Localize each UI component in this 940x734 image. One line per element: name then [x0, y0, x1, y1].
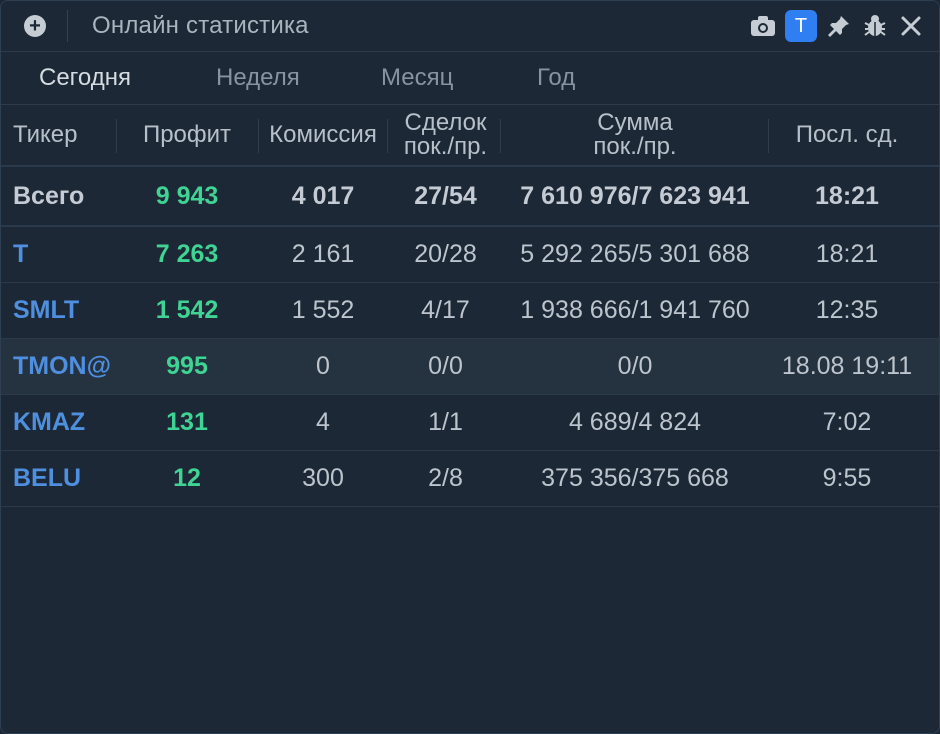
- table-row[interactable]: T 7 263 2 161 20/28 5 292 265/5 301 688 …: [1, 227, 939, 283]
- row-last-deal: 7:02: [822, 408, 872, 436]
- row-deals: 1/1: [428, 408, 463, 436]
- total-sum: 7 610 976/7 623 941: [520, 181, 750, 210]
- tab-today[interactable]: Сегодня: [39, 64, 131, 92]
- row-ticker[interactable]: TMON@: [13, 339, 111, 394]
- row-sum: 375 356/375 668: [541, 464, 729, 492]
- bug-icon[interactable]: [857, 8, 893, 44]
- header-deals-line1: Сделок: [404, 109, 487, 136]
- row-sum: 4 689/4 824: [568, 408, 702, 436]
- add-icon[interactable]: +: [24, 15, 46, 37]
- row-sum: 5 292 265/5 301 688: [520, 240, 750, 268]
- row-deals: 0/0: [428, 352, 463, 380]
- ticker-mode-badge[interactable]: T: [785, 10, 817, 42]
- row-commission: 2 161: [291, 240, 355, 268]
- row-commission: 300: [302, 464, 344, 492]
- row-sum: 0/0: [617, 352, 653, 380]
- period-tabs: Сегодня Неделя Месяц Год: [1, 52, 939, 105]
- row-last-deal: 18.08 19:11: [781, 352, 913, 380]
- row-deals: 4/17: [421, 296, 470, 324]
- row-profit: 131: [166, 408, 208, 436]
- total-deals: 27/54: [414, 181, 477, 210]
- row-last-deal: 12:35: [815, 296, 879, 324]
- row-ticker[interactable]: T: [13, 227, 28, 282]
- total-profit: 9 943: [155, 181, 219, 210]
- total-last-deal: 18:21: [815, 181, 879, 210]
- row-profit: 7 263: [155, 240, 219, 268]
- row-commission: 4: [316, 408, 330, 436]
- tab-month[interactable]: Месяц: [381, 64, 453, 92]
- close-icon[interactable]: [893, 8, 929, 44]
- table-row[interactable]: TMON@ 995 0 0/0 0/0 18.08 19:11: [1, 339, 939, 395]
- row-ticker[interactable]: SMLT: [13, 283, 79, 338]
- row-last-deal: 9:55: [822, 464, 872, 492]
- camera-icon[interactable]: [745, 8, 781, 44]
- row-deals: 20/28: [414, 240, 477, 268]
- total-row: Всего 9 943 4 017 27/54 7 610 976/7 623 …: [1, 167, 939, 227]
- table-row[interactable]: BELU 12 300 2/8 375 356/375 668 9:55: [1, 451, 939, 507]
- row-profit: 1 542: [155, 296, 219, 324]
- row-profit: 995: [166, 352, 208, 380]
- table-header: Тикер Профит Комиссия Сделок пок./пр. Су…: [1, 105, 939, 167]
- header-profit[interactable]: Профит: [117, 123, 257, 147]
- tab-week[interactable]: Неделя: [216, 64, 300, 92]
- row-last-deal: 18:21: [815, 240, 879, 268]
- row-sum: 1 938 666/1 941 760: [520, 296, 750, 324]
- header-ticker[interactable]: Тикер: [13, 123, 77, 147]
- header-last-deal[interactable]: Посл. сд.: [769, 123, 925, 147]
- row-ticker[interactable]: KMAZ: [13, 395, 85, 450]
- table-row[interactable]: SMLT 1 542 1 552 4/17 1 938 666/1 941 76…: [1, 283, 939, 339]
- row-commission: 1 552: [291, 296, 355, 324]
- window-title: Онлайн статистика: [92, 12, 309, 39]
- header-commission[interactable]: Комиссия: [259, 123, 387, 147]
- row-deals: 2/8: [428, 464, 463, 492]
- total-commission: 4 017: [291, 181, 355, 210]
- header-sum-line2: пок./пр.: [593, 133, 677, 160]
- title-bar: + Онлайн статистика T: [1, 1, 939, 52]
- title-divider: [67, 10, 68, 42]
- row-commission: 0: [316, 352, 330, 380]
- row-ticker[interactable]: BELU: [13, 451, 81, 506]
- tab-year[interactable]: Год: [537, 64, 575, 92]
- pin-icon[interactable]: [821, 8, 857, 44]
- header-deals[interactable]: Сделок пок./пр.: [388, 111, 503, 159]
- title-toolbar: T: [745, 8, 929, 44]
- row-profit: 12: [173, 464, 201, 492]
- header-sum[interactable]: Сумма пок./пр.: [501, 111, 769, 159]
- total-label: Всего: [13, 181, 85, 210]
- stats-window: + Онлайн статистика T Сегодня Неделя Мес…: [0, 0, 940, 734]
- table-row[interactable]: KMAZ 131 4 1/1 4 689/4 824 7:02: [1, 395, 939, 451]
- header-sum-line1: Сумма: [597, 109, 673, 136]
- header-deals-line2: пок./пр.: [403, 133, 488, 160]
